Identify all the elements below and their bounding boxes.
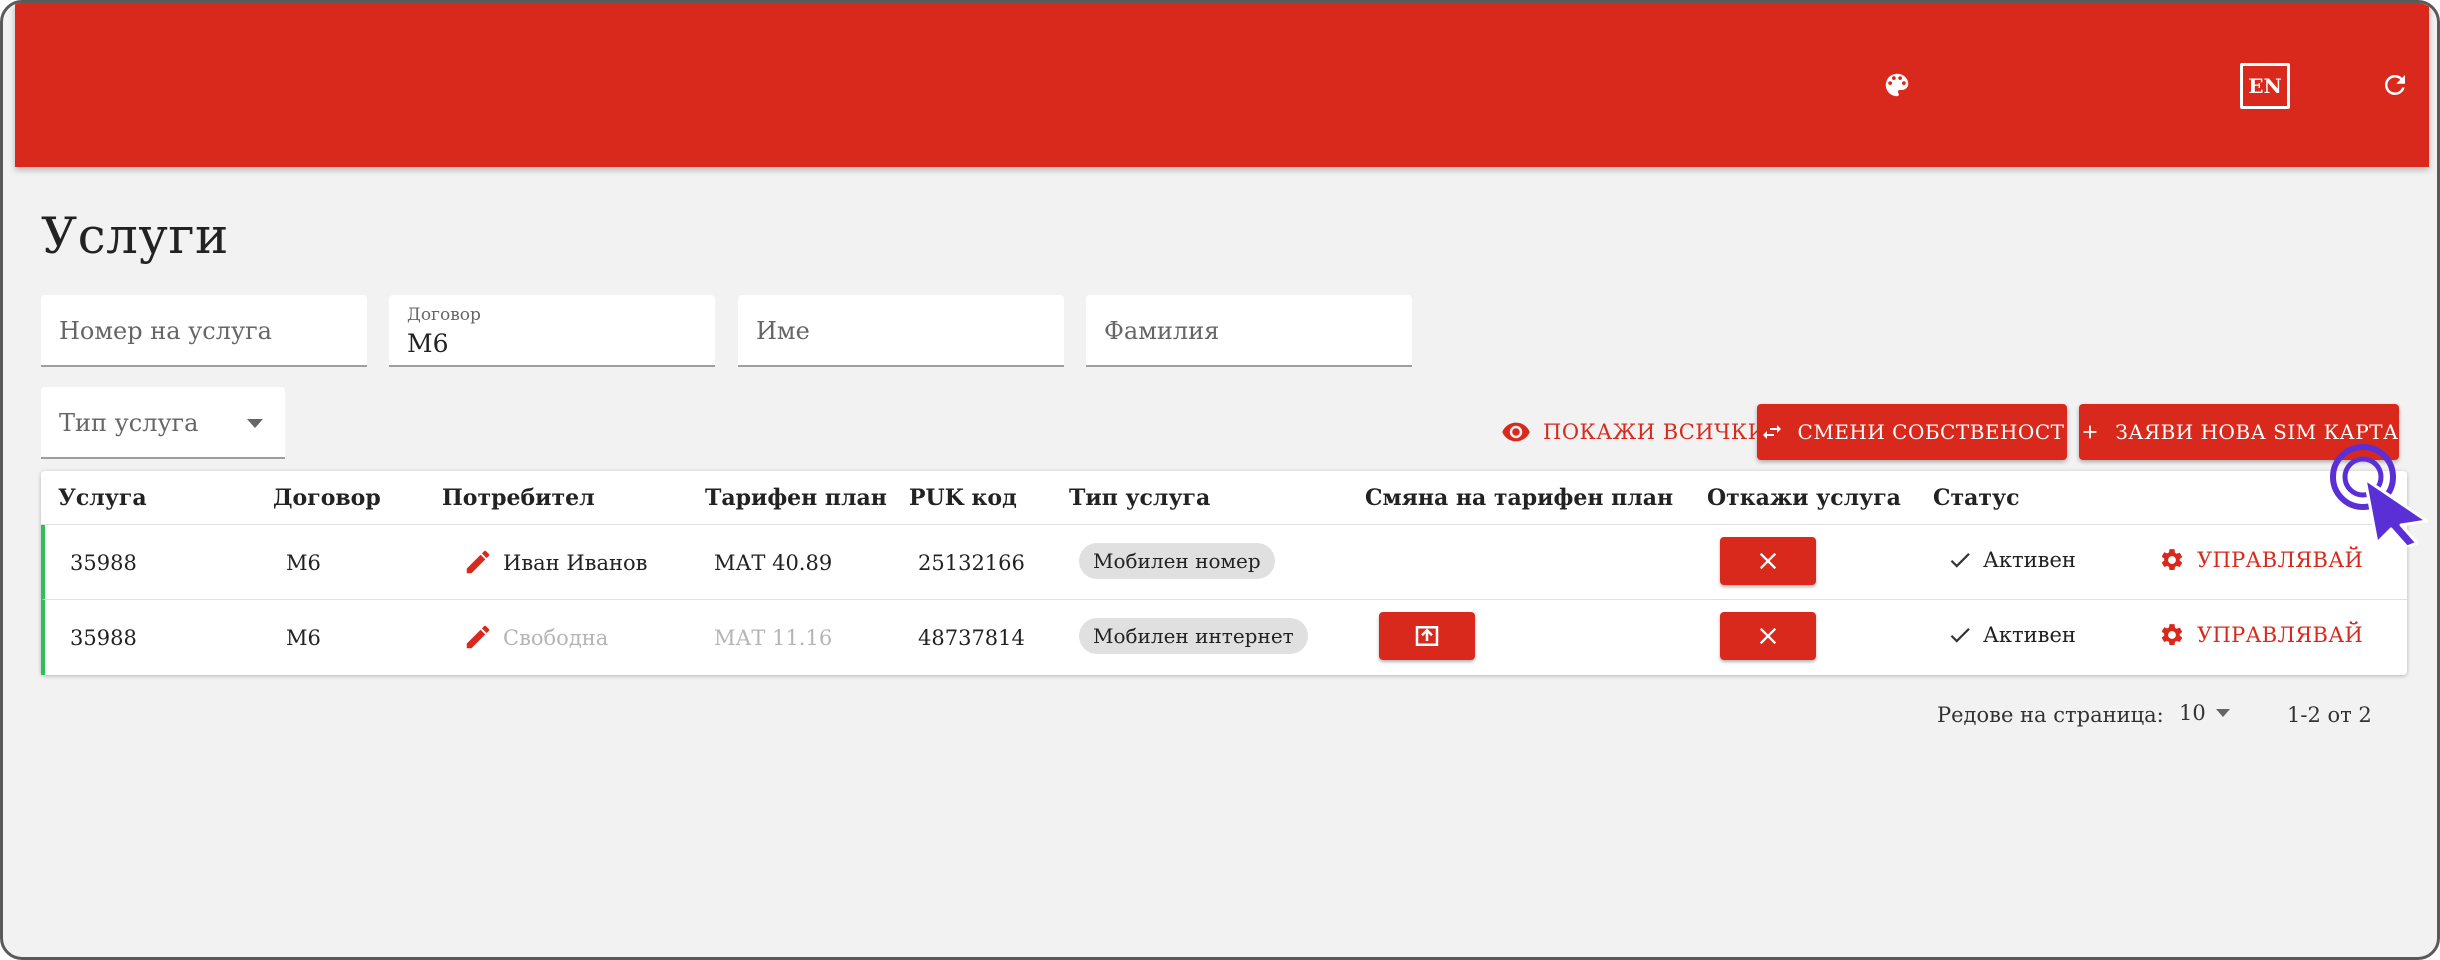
manage-button[interactable]: УПРАВЛЯВАЙ: [2159, 622, 2363, 648]
table-header: Услуга Договор Потребител Тарифен план P…: [41, 471, 2407, 525]
puk-cell: 25132166: [918, 551, 1025, 575]
service-number-field[interactable]: Номер на услуга: [41, 295, 367, 367]
change-plan-button[interactable]: [1379, 612, 1475, 660]
user-cell: Иван Иванов: [503, 551, 648, 575]
rows-per-page-select[interactable]: 10: [2179, 701, 2230, 725]
contract-cell: М6: [286, 626, 321, 650]
page-range: 1-2 от 2: [2287, 703, 2372, 727]
gear-icon: [2161, 624, 2183, 646]
table-row[interactable]: 35988 М6 Иван Иванов МАТ 40.89 25132166 …: [41, 525, 2407, 600]
check-icon: [1950, 553, 1970, 568]
close-icon: [1759, 627, 1777, 645]
edit-user-icon[interactable]: [463, 547, 493, 581]
gear-icon: [2161, 549, 2183, 571]
last-name-placeholder: Фамилия: [1104, 317, 1220, 345]
contract-value: М6: [407, 329, 449, 358]
first-name-placeholder: Име: [756, 317, 810, 345]
swap-icon: [1762, 425, 1781, 439]
status-badge: Активен: [1947, 547, 2076, 573]
column-header[interactable]: Тарифен план: [705, 485, 887, 511]
contract-field[interactable]: Договор М6: [389, 295, 715, 367]
show-all-button[interactable]: ПОКАЖИ ВСИЧКИ: [1501, 417, 1766, 447]
plus-icon: [2083, 425, 2097, 439]
table-row[interactable]: 35988 М6 Свободна МАТ 11.16 48737814 Моб…: [41, 600, 2407, 675]
status-badge: Активен: [1947, 622, 2076, 648]
plan-cell: МАТ 11.16: [714, 626, 833, 650]
rows-per-page-label: Редове на страница:: [1937, 703, 2164, 727]
column-header[interactable]: Смяна на тарифен план: [1365, 485, 1673, 511]
service-type-chip: Мобилен интернет: [1079, 618, 1308, 654]
page-title: Услуги: [41, 207, 229, 265]
language-button[interactable]: EN: [2240, 63, 2290, 109]
column-header[interactable]: PUK код: [909, 485, 1017, 511]
column-header[interactable]: Услуга: [58, 485, 147, 511]
upload-box-icon: [1415, 626, 1439, 646]
status-label: Активен: [1983, 548, 2076, 572]
column-header[interactable]: Откажи услуга: [1707, 485, 1901, 511]
user-cell: Свободна: [503, 626, 609, 650]
edit-user-icon[interactable]: [463, 622, 493, 656]
chevron-down-icon: [247, 419, 263, 428]
chevron-down-icon: [2215, 709, 2230, 717]
service-cell: 35988: [70, 626, 137, 650]
column-header[interactable]: Потребител: [442, 485, 595, 511]
service-cell: 35988: [70, 551, 137, 575]
plan-cell: МАТ 40.89: [714, 551, 833, 575]
service-number-placeholder: Номер на услуга: [59, 317, 272, 345]
manage-label: УПРАВЛЯВАЙ: [2197, 548, 2364, 572]
cancel-service-button[interactable]: [1720, 537, 1816, 585]
cancel-service-button[interactable]: [1720, 612, 1816, 660]
status-label: Активен: [1983, 623, 2076, 647]
close-icon: [1759, 552, 1777, 570]
show-all-label: ПОКАЖИ ВСИЧКИ: [1543, 420, 1767, 444]
eye-icon: [1502, 422, 1530, 442]
puk-cell: 48737814: [918, 626, 1025, 650]
contract-label: Договор: [407, 305, 481, 325]
first-name-field[interactable]: Име: [738, 295, 1064, 367]
refresh-icon[interactable]: [2377, 67, 2413, 103]
services-table: Услуга Договор Потребител Тарифен план P…: [41, 471, 2407, 675]
change-owner-button[interactable]: СМЕНИ СОБСТВЕНОСТ: [1757, 404, 2067, 460]
change-owner-label: СМЕНИ СОБСТВЕНОСТ: [1797, 420, 2065, 444]
service-type-chip: Мобилен номер: [1079, 543, 1275, 579]
service-type-select[interactable]: Тип услуга: [41, 387, 285, 459]
column-header[interactable]: Статус: [1933, 485, 2020, 511]
column-header[interactable]: Тип услуга: [1069, 485, 1210, 511]
rows-per-page-value: 10: [2179, 701, 2206, 725]
manage-button[interactable]: УПРАВЛЯВАЙ: [2159, 547, 2363, 573]
cursor-icon: [2330, 444, 2429, 547]
manage-label: УПРАВЛЯВАЙ: [2197, 623, 2364, 647]
app-window: EN Услуги Номер на услуга Договор М6 Име…: [0, 0, 2440, 960]
check-icon: [1950, 628, 1970, 643]
contract-cell: М6: [286, 551, 321, 575]
last-name-field[interactable]: Фамилия: [1086, 295, 1412, 367]
app-bar: EN: [15, 3, 2429, 167]
palette-icon[interactable]: [1877, 65, 1917, 105]
column-header[interactable]: Договор: [273, 485, 381, 511]
service-type-placeholder: Тип услуга: [59, 409, 199, 437]
